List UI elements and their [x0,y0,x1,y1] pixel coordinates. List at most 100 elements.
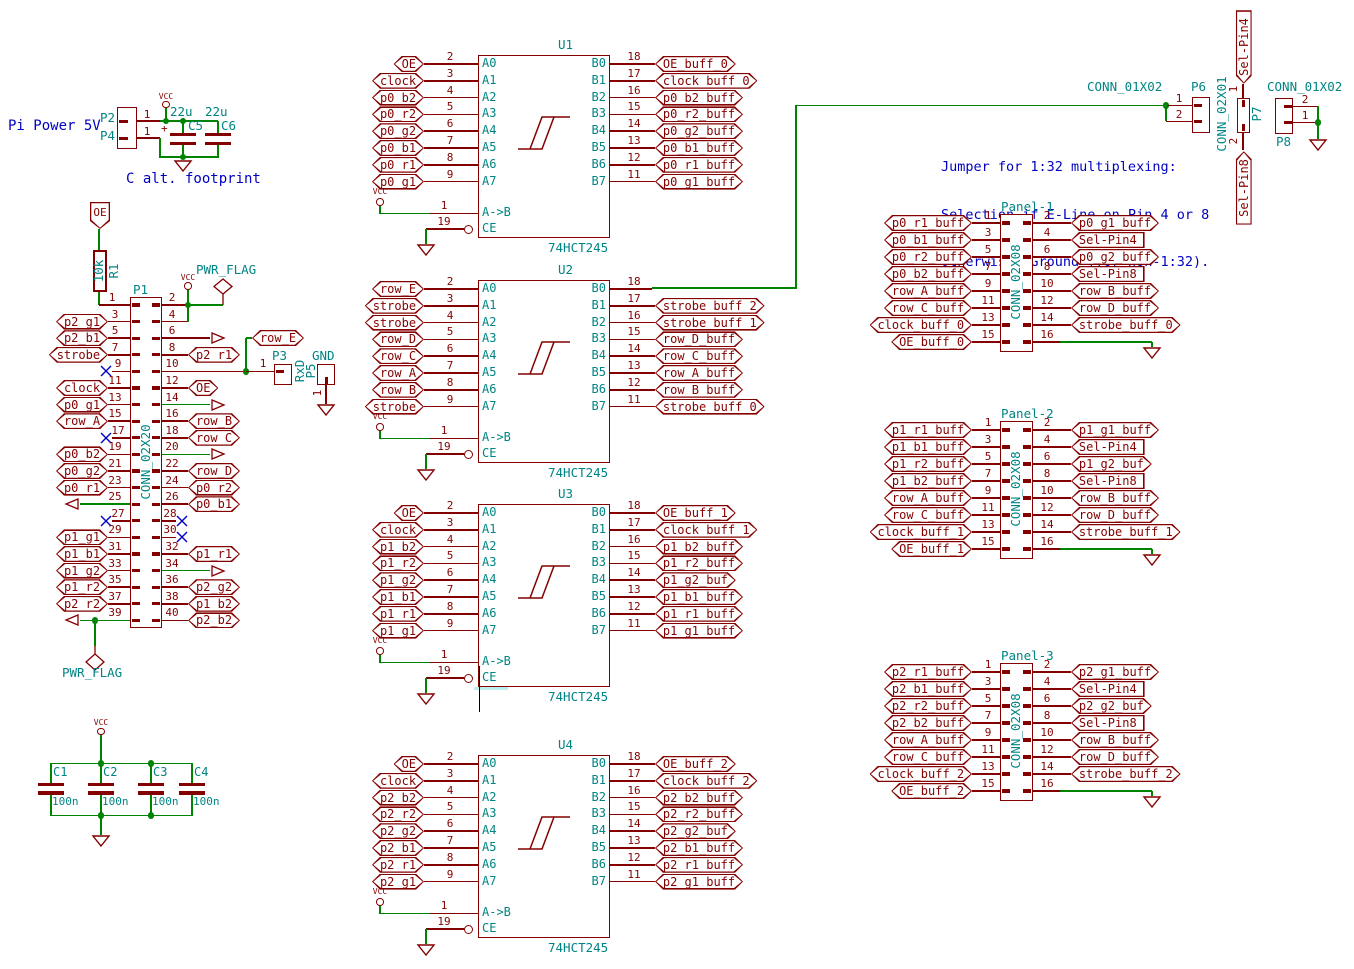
net-label-strobe_buff_0[interactable]: strobe_buff_0 [655,399,765,415]
net-label-p0_b1_buff[interactable]: p0_b1_buff [884,232,972,248]
net-label-p2_b2_buff[interactable]: p2_b2_buff [884,715,972,731]
net-label-p0_b1_buff[interactable]: p0_b1_buff [655,140,743,156]
connector-P3[interactable] [274,364,292,385]
net-label-p2_r1[interactable]: p2_r1 [372,857,424,873]
net-label-row_C_buff[interactable]: row_C_buff [655,348,743,364]
net-label-p1_r2_buff[interactable]: p1_r2_buff [884,456,972,472]
gnd-symbol[interactable] [416,693,436,706]
net-label-p0_r2_buff[interactable]: p0_r2_buff [655,106,743,122]
net-label-p1_g1_buff[interactable]: p1_g1_buff [655,623,743,639]
net-label-p1_r2[interactable]: p1_r2 [372,555,424,571]
net-label-Sel-Pin8[interactable]: Sel-Pin8 [1236,151,1252,225]
net-label-p1_b1[interactable]: p1_b1 [372,589,424,605]
net-label-p1_g1_buff[interactable]: p1_g1_buff [1071,422,1159,438]
net-label-row_A_buff[interactable]: row_A_buff [884,283,972,299]
net-label-row_A_buff[interactable]: row_A_buff [884,732,972,748]
net-label-row_D_buff[interactable]: row_D_buff [1071,749,1159,765]
gnd-symbol[interactable] [416,469,436,482]
net-label-row_D_buff[interactable]: row_D_buff [1071,507,1159,523]
net-label-strobe_buff_2[interactable]: strobe_buff_2 [1071,766,1181,782]
net-label-OE[interactable]: OE [394,56,424,72]
net-label-p2_r2[interactable]: p2_r2 [372,806,424,822]
net-label-p2_r1_buff[interactable]: p2_r1_buff [884,664,972,680]
net-label-clock_buff_1[interactable]: clock_buff_1 [870,524,972,540]
net-label-p0_r1[interactable]: p0_r1 [372,157,424,173]
net-label-p2_g2_buf[interactable]: p2_g2_buf [1071,698,1152,714]
net-label-row_E[interactable]: row_E [372,281,424,297]
net-label-p0_g2_buff[interactable]: p0_g2_buff [1071,249,1159,265]
net-label-p0_r2[interactable]: p0_r2 [372,106,424,122]
net-label-Sel-Pin8[interactable]: Sel-Pin8 [1071,473,1145,489]
connector-P6[interactable] [1192,97,1210,133]
net-label-row_D_buff[interactable]: row_D_buff [655,331,743,347]
net-label-Sel-Pin8[interactable]: Sel-Pin8 [1071,715,1145,731]
net-label-p1_b2_buff[interactable]: p1_b2_buff [655,539,743,555]
net-label-strobe_buff_1[interactable]: strobe_buff_1 [1071,524,1181,540]
net-label-row_C[interactable]: row_C [188,430,240,446]
net-label-Sel-Pin4[interactable]: Sel-Pin4 [1071,439,1145,455]
net-label-clock_buff_2[interactable]: clock_buff_2 [655,773,757,789]
net-label-strobe_buff_2[interactable]: strobe_buff_2 [655,298,765,314]
net-label-p1_r2_buff[interactable]: p1_r2_buff [655,555,743,571]
net-label-OE_buff_1[interactable]: OE_buff_1 [891,541,972,557]
net-label-p2_b2[interactable]: p2_b2 [188,612,240,628]
net-label-p2_r1_buff[interactable]: p2_r1_buff [655,857,743,873]
net-label-strobe[interactable]: strobe [365,298,424,314]
pwr-flag-symbol[interactable] [211,276,235,306]
net-label-Sel-Pin8[interactable]: Sel-Pin8 [1071,266,1145,282]
net-label-row_A[interactable]: row_A [372,365,424,381]
net-label-OE[interactable]: OE [394,756,424,772]
gnd-symbol[interactable] [416,244,436,257]
net-label-row_A_buff[interactable]: row_A_buff [884,490,972,506]
net-label-p1_b1_buff[interactable]: p1_b1_buff [884,439,972,455]
net-label-clock[interactable]: clock [372,522,424,538]
net-label-p0_r1_buff[interactable]: p0_r1_buff [884,215,972,231]
unconnected-flag-arrow[interactable] [64,497,80,511]
net-label-OE_buff_1[interactable]: OE_buff_1 [655,505,736,521]
unconnected-flag-arrow[interactable] [210,398,226,412]
net-label-p2_b1_buff[interactable]: p2_b1_buff [884,681,972,697]
net-label-p2_b2[interactable]: p2_b2 [372,790,424,806]
net-label-clock[interactable]: clock [372,73,424,89]
net-label-OE[interactable]: OE [188,380,218,396]
net-label-row_B_buff[interactable]: row_B_buff [655,382,743,398]
net-label-p2_g1_buff[interactable]: p2_g1_buff [655,874,743,890]
net-label-p2_g2_buf[interactable]: p2_g2_buf [655,823,736,839]
net-label-p2_r1[interactable]: p2_r1 [188,347,240,363]
net-label-clock_buff_1[interactable]: clock_buff_1 [655,522,757,538]
net-label-p2_r2_buff[interactable]: p2_r2_buff [655,806,743,822]
net-label-p1_g2_buf[interactable]: p1_g2_buf [655,572,736,588]
net-label-clock_buff_2[interactable]: clock_buff_2 [870,766,972,782]
net-label-Sel-Pin4[interactable]: Sel-Pin4 [1071,232,1145,248]
net-label-Sel-Pin4[interactable]: Sel-Pin4 [1071,681,1145,697]
net-label-p0_b2[interactable]: p0_b2 [372,90,424,106]
net-label-p0_g2[interactable]: p0_g2 [372,123,424,139]
net-label-row_B_buff[interactable]: row_B_buff [1071,490,1159,506]
net-label-row_D[interactable]: row_D [188,463,240,479]
net-label-OE_buff_2[interactable]: OE_buff_2 [655,756,736,772]
gnd-symbol[interactable] [416,944,436,957]
net-label-p2_r2_buff[interactable]: p2_r2_buff [884,698,972,714]
net-label-p2_g2[interactable]: p2_g2 [188,579,240,595]
net-label-p0_r1_buff[interactable]: p0_r1_buff [655,157,743,173]
net-label-row_B_buff[interactable]: row_B_buff [1071,732,1159,748]
net-label-row_D[interactable]: row_D [372,331,424,347]
net-label-strobe_buff_0[interactable]: strobe_buff_0 [1071,317,1181,333]
net-label-p2_g1_buff[interactable]: p2_g1_buff [1071,664,1159,680]
net-label-p1_b2[interactable]: p1_b2 [188,596,240,612]
gnd-symbol[interactable] [1308,139,1328,152]
net-label-p0_g1_buff[interactable]: p0_g1_buff [655,174,743,190]
gnd-symbol[interactable] [1142,347,1162,360]
net-label-p2_g2[interactable]: p2_g2 [372,823,424,839]
net-label-row_B[interactable]: row_B [372,382,424,398]
net-label-p1_b1_buff[interactable]: p1_b1_buff [655,589,743,605]
net-label-clock_buff_0[interactable]: clock_buff_0 [870,317,972,333]
net-label-p0_b2_buff[interactable]: p0_b2_buff [884,266,972,282]
net-label-p1_b2_buff[interactable]: p1_b2_buff [884,473,972,489]
net-label-row_D_buff[interactable]: row_D_buff [1071,300,1159,316]
net-label-p1_r1[interactable]: p1_r1 [188,546,240,562]
net-label-OE_buff_2[interactable]: OE_buff_2 [891,783,972,799]
net-label-strobe[interactable]: strobe [365,315,424,331]
net-label-strobe_buff_1[interactable]: strobe_buff_1 [655,315,765,331]
net-label-p0_b2_buff[interactable]: p0_b2_buff [655,90,743,106]
